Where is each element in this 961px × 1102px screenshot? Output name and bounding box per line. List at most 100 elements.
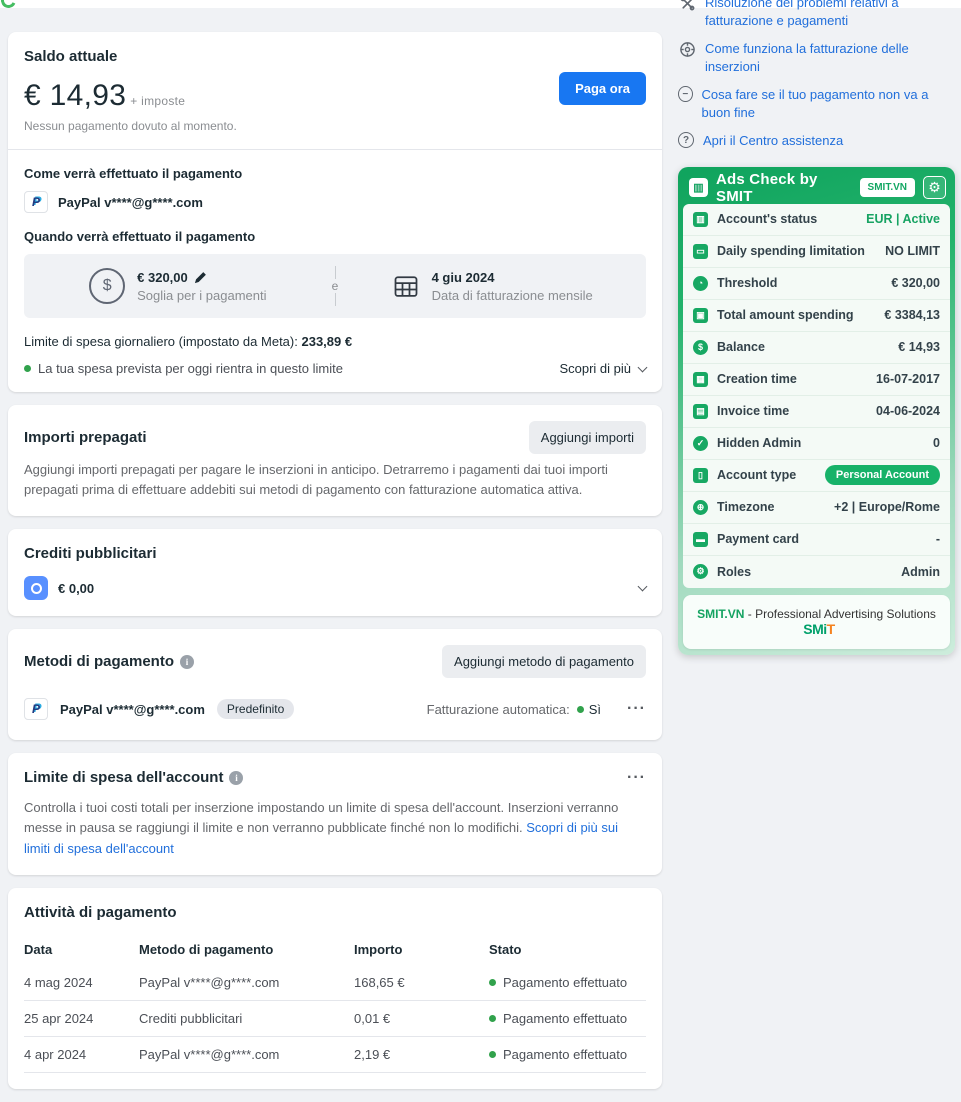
panel-row-payment-card: ▬ Payment card - (683, 524, 950, 556)
user-gear-icon: ⚙ (693, 564, 708, 579)
learn-more-toggle[interactable]: Scopri di più (559, 361, 646, 376)
question-circle-icon: ? (678, 132, 694, 148)
row-label: Payment card (717, 532, 936, 546)
green-status-dot (489, 979, 496, 986)
calendar-icon: ▦ (693, 372, 708, 387)
cell-amount: 2,19 € (354, 1047, 489, 1062)
table-header-row: Data Metodo di pagamento Importo Stato (24, 935, 646, 965)
panel-row-account-status: ▥ Account's status EUR | Active (683, 204, 950, 236)
help-link-label: Cosa fare se il tuo pagamento non va a b… (702, 86, 956, 121)
smit-vn-badge[interactable]: SMIT.VN (860, 178, 915, 197)
help-link-failed-payment[interactable]: − Cosa fare se il tuo pagamento non va a… (678, 86, 955, 121)
ads-check-body: ▥ Account's status EUR | Active ▭ Daily … (683, 204, 950, 588)
wallet-icon: ▣ (693, 308, 708, 323)
shield-check-icon: ✓ (693, 436, 708, 451)
help-link-how-billing-works[interactable]: Come funziona la fatturazione delle inse… (678, 40, 955, 75)
billing-main-column: Saldo attuale € 14,93+ imposte Nessun pa… (8, 32, 662, 1102)
balance-amount-suffix: + imposte (130, 94, 185, 108)
globe-icon: ⊕ (693, 500, 708, 515)
payment-schedule-box: $ € 320,00 Soglia per i pagamenti e (24, 254, 646, 318)
dollar-circle-icon: $ (693, 340, 708, 355)
limit-description: Controlla i tuoi costi totali per inserz… (24, 798, 646, 858)
row-value: Admin (901, 565, 940, 579)
panel-row-total-spending: ▣ Total amount spending € 3384,13 (683, 300, 950, 332)
auto-billing-value: Sì (589, 702, 601, 717)
status-text: Pagamento effettuato (503, 975, 627, 990)
more-options-icon[interactable]: ··· (627, 706, 646, 712)
account-type-badge: Personal Account (825, 465, 940, 485)
chevron-down-icon[interactable] (638, 582, 648, 592)
green-status-dot (489, 1015, 496, 1022)
billing-date: 4 giu 2024 (432, 270, 593, 285)
smit-footer[interactable]: SMIT.VN - Professional Advertising Solut… (683, 595, 950, 649)
edit-pencil-icon[interactable] (194, 271, 207, 284)
prepaid-description: Aggiungi importi prepagati per pagare le… (24, 460, 646, 500)
info-icon[interactable]: i (180, 655, 194, 669)
limit-title: Limite di spesa dell'accounti (24, 769, 243, 786)
pay-now-button[interactable]: Paga ora (559, 72, 646, 105)
help-sidebar: Risoluzione dei problemi relativi a fatt… (678, 0, 955, 655)
payment-when-title: Quando verrà effettuato il pagamento (24, 229, 646, 244)
ads-check-panel: ▥ Ads Check by SMIT SMIT.VN ⚙ ▥ Account'… (678, 167, 955, 655)
cell-date: 25 apr 2024 (24, 1011, 139, 1026)
minus-circle-icon: − (678, 86, 693, 102)
smit-logo-sm: SM (803, 621, 823, 637)
status-text: Pagamento effettuato (503, 1011, 627, 1026)
table-row[interactable]: 4 mag 2024 PayPal v****@g****.com 168,65… (24, 965, 646, 1001)
smit-footer-brand: SMIT.VN (697, 607, 744, 621)
panel-row-creation-time: ▦ Creation time 16-07-2017 (683, 364, 950, 396)
help-link-help-center[interactable]: ? Apri il Centro assistenza (678, 132, 955, 150)
dollar-circle-icon: $ (89, 268, 125, 304)
activity-table: Data Metodo di pagamento Importo Stato 4… (24, 935, 646, 1073)
help-link-label: Risoluzione dei problemi relativi a fatt… (705, 0, 955, 29)
invoice-icon: ▤ (693, 404, 708, 419)
help-link-label: Apri il Centro assistenza (703, 132, 843, 150)
cell-status: Pagamento effettuato (489, 1011, 646, 1026)
ads-check-header: ▥ Ads Check by SMIT SMIT.VN ⚙ (683, 172, 950, 204)
cell-date: 4 apr 2024 (24, 1047, 139, 1062)
panel-row-timezone: ⊕ Timezone +2 | Europe/Rome (683, 492, 950, 524)
panel-row-daily-limit: ▭ Daily spending limitation NO LIMIT (683, 236, 950, 268)
row-label: Timezone (717, 500, 834, 514)
row-label: Account type (717, 468, 825, 482)
smit-logo: SMiT (803, 621, 834, 637)
cell-amount: 0,01 € (354, 1011, 489, 1026)
paypal-icon: P (24, 191, 48, 213)
tools-icon (678, 0, 696, 12)
add-payment-method-button[interactable]: Aggiungi metodo di pagamento (442, 645, 646, 678)
help-link-troubleshooting[interactable]: Risoluzione dei problemi relativi a fatt… (678, 0, 955, 29)
row-label: Creation time (717, 372, 876, 386)
cell-method: PayPal v****@g****.com (139, 1047, 354, 1062)
id-card-icon: ▯ (693, 468, 708, 483)
prepaid-funds-card: Importi prepagati Aggiungi importi Aggiu… (8, 405, 662, 516)
row-label: Balance (717, 340, 898, 354)
threshold-label: Soglia per i pagamenti (137, 288, 266, 303)
table-row[interactable]: 4 apr 2024 PayPal v****@g****.com 2,19 €… (24, 1037, 646, 1073)
more-options-icon[interactable]: ··· (627, 775, 646, 781)
calendar-icon (392, 272, 420, 300)
info-icon[interactable]: i (229, 771, 243, 785)
billing-date-label: Data di fatturazione mensile (432, 288, 593, 303)
cell-date: 4 mag 2024 (24, 975, 139, 990)
row-value: € 3384,13 (884, 308, 940, 322)
row-value: +2 | Europe/Rome (834, 500, 940, 514)
bar-chart-icon: ▥ (693, 212, 708, 227)
add-funds-button[interactable]: Aggiungi importi (529, 421, 646, 454)
gear-icon[interactable]: ⚙ (923, 176, 946, 199)
row-label: Daily spending limitation (717, 244, 885, 258)
table-row[interactable]: 25 apr 2024 Crediti pubblicitari 0,01 € … (24, 1001, 646, 1037)
gauge-icon: ◔ (693, 276, 708, 291)
panel-row-balance: $ Balance € 14,93 (683, 332, 950, 364)
status-text: Pagamento effettuato (503, 1047, 627, 1062)
row-value: NO LIMIT (885, 244, 940, 258)
payment-activity-card: Attività di pagamento Data Metodo di pag… (8, 888, 662, 1089)
row-value: - (936, 532, 940, 546)
header-amount: Importo (354, 942, 489, 957)
row-value: € 320,00 (891, 276, 940, 290)
row-label: Hidden Admin (717, 436, 933, 450)
paypal-icon: P (24, 698, 48, 720)
panel-row-invoice-time: ▤ Invoice time 04-06-2024 (683, 396, 950, 428)
row-label: Roles (717, 565, 901, 579)
green-status-dot (24, 365, 31, 372)
balance-title: Saldo attuale (24, 48, 237, 65)
